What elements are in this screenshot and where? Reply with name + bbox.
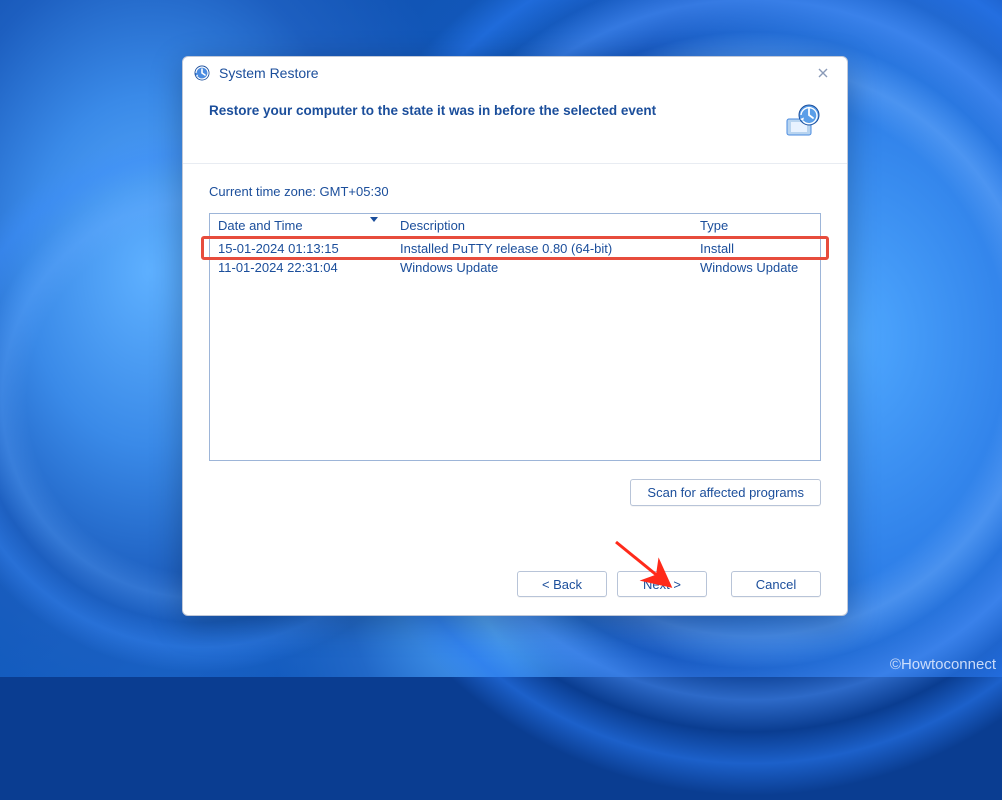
watermark: ©Howtoconnect xyxy=(890,656,996,673)
next-button[interactable]: Next > xyxy=(617,571,707,597)
table-body: 15-01-2024 01:13:15 Installed PuTTY rele… xyxy=(210,239,820,460)
restore-points-table: Date and Time Description Type 15-01-202… xyxy=(209,213,821,461)
column-header-type[interactable]: Type xyxy=(692,214,820,238)
dialog-titlebar: System Restore xyxy=(183,57,847,89)
close-button[interactable] xyxy=(809,63,837,83)
cell-description: Installed PuTTY release 0.80 (64-bit) xyxy=(392,239,692,258)
dialog-heading: Restore your computer to the state it wa… xyxy=(209,101,656,118)
scan-affected-programs-button[interactable]: Scan for affected programs xyxy=(630,479,821,506)
restore-point-icon xyxy=(781,101,821,141)
timezone-label: Current time zone: GMT+05:30 xyxy=(209,184,821,199)
cell-date-time: 15-01-2024 01:13:15 xyxy=(210,239,392,258)
dialog-body: Current time zone: GMT+05:30 Date and Ti… xyxy=(183,164,847,557)
cancel-button[interactable]: Cancel xyxy=(731,571,821,597)
back-button[interactable]: < Back xyxy=(517,571,607,597)
cell-type: Windows Update xyxy=(692,258,820,277)
table-row[interactable]: 15-01-2024 01:13:15 Installed PuTTY rele… xyxy=(210,239,820,258)
system-restore-icon xyxy=(193,64,211,82)
dialog-footer: < Back Next > Cancel xyxy=(183,557,847,615)
table-row[interactable]: 11-01-2024 22:31:04 Windows Update Windo… xyxy=(210,258,820,277)
column-header-date-time[interactable]: Date and Time xyxy=(210,214,392,238)
dialog-header: Restore your computer to the state it wa… xyxy=(183,89,847,164)
cell-description: Windows Update xyxy=(392,258,692,277)
dialog-title: System Restore xyxy=(219,65,319,81)
column-header-description[interactable]: Description xyxy=(392,214,692,238)
cell-type: Install xyxy=(692,239,820,258)
system-restore-dialog: System Restore Restore your computer to … xyxy=(182,56,848,616)
cell-date-time: 11-01-2024 22:31:04 xyxy=(210,258,392,277)
table-header-row: Date and Time Description Type xyxy=(210,214,820,239)
